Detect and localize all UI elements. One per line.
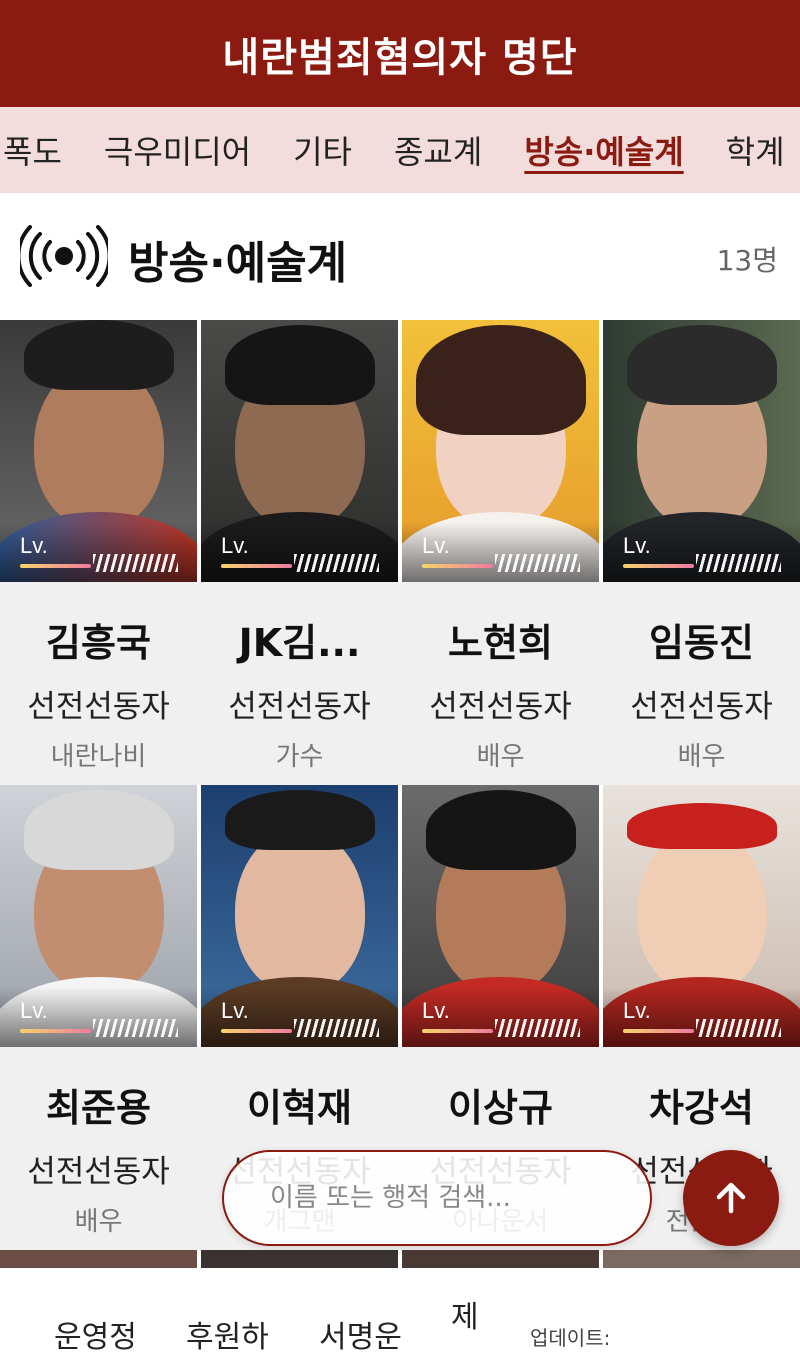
person-name: 이혁재 — [247, 1086, 352, 1130]
person-photo — [603, 1250, 800, 1270]
person-role: 배우 — [476, 742, 525, 772]
bottom-strip: 운영정 후원하 서명운 제 업데이트: — [0, 1268, 800, 1353]
level-bar — [221, 554, 379, 572]
tab-academia[interactable]: 학계 — [705, 127, 800, 173]
arrow-up-icon — [716, 1182, 746, 1214]
search-bar[interactable] — [222, 1150, 652, 1246]
person-role: 배우 — [74, 1207, 123, 1237]
level-bar — [221, 1019, 379, 1037]
level-bar — [20, 1019, 178, 1037]
app-header: 내란범죄혐의자 명단 — [0, 0, 800, 107]
level-label: Lv. — [623, 533, 651, 558]
level-bar — [623, 554, 781, 572]
person-card-photo[interactable]: Lv. — [201, 785, 398, 1047]
person-type: 선전선동자 — [630, 689, 773, 725]
person-card-photo[interactable]: Lv. — [402, 785, 599, 1047]
person-name: 노현희 — [448, 621, 553, 665]
person-info[interactable]: 김흥국 선전선동자 내란나비 — [0, 582, 197, 785]
person-info[interactable]: JK김... 선전선동자 가수 — [201, 582, 398, 785]
person-card-photo[interactable]: Lv. — [402, 320, 599, 582]
photo-row-1: Lv. Lv. Lv. Lv. — [0, 320, 800, 582]
person-info[interactable]: 임동진 선전선동자 배우 — [603, 582, 800, 785]
person-type: 선전선동자 — [228, 689, 371, 725]
level-label: Lv. — [20, 998, 48, 1023]
person-card-photo[interactable]: Lv. — [603, 785, 800, 1047]
level-bar — [422, 554, 580, 572]
person-info[interactable]: 노현희 선전선동자 배우 — [402, 582, 599, 785]
person-card-photo[interactable]: Lv. — [603, 320, 800, 582]
bottom-name[interactable]: 제 — [451, 1292, 479, 1336]
tab-other[interactable]: 기타 — [272, 127, 373, 173]
level-label: Lv. — [221, 998, 249, 1023]
person-card-photo[interactable]: Lv. — [201, 320, 398, 582]
person-type: 선전선동자 — [429, 689, 572, 725]
scroll-top-button[interactable] — [683, 1150, 779, 1246]
person-role: 가수 — [275, 742, 324, 772]
section-title: 방송·예술계 — [128, 238, 348, 289]
tab-religion[interactable]: 종교계 — [373, 127, 503, 173]
person-type: 선전선동자 — [27, 1154, 170, 1190]
bottom-name[interactable]: 운영정 — [54, 1312, 137, 1353]
level-label: Lv. — [422, 998, 450, 1023]
person-card-photo[interactable]: Lv. — [0, 320, 197, 582]
page-title: 내란범죄혐의자 명단 — [222, 34, 578, 81]
update-label: 업데이트: — [530, 1326, 611, 1350]
member-count: 13명 — [716, 244, 778, 277]
person-name: 최준용 — [46, 1086, 151, 1130]
person-photo — [201, 1250, 398, 1270]
person-card-photo[interactable]: Lv. — [0, 785, 197, 1047]
search-input[interactable] — [270, 1183, 610, 1213]
level-bar — [422, 1019, 580, 1037]
person-name: 차강석 — [649, 1086, 754, 1130]
person-role: 내란나비 — [50, 742, 147, 772]
info-row-1: 김흥국 선전선동자 내란나비 JK김... 선전선동자 가수 노현희 선전선동자… — [0, 582, 800, 785]
level-label: Lv. — [221, 533, 249, 558]
person-name: 이상규 — [448, 1086, 553, 1130]
level-label: Lv. — [623, 998, 651, 1023]
bottom-name[interactable]: 서명운 — [319, 1312, 402, 1353]
category-tabs[interactable]: 폭도 극우미디어 기타 종교계 방송·예술계 학계 — [0, 107, 800, 193]
person-info[interactable]: 최준용 선전선동자 배우 — [0, 1047, 197, 1250]
person-photo — [0, 1250, 197, 1270]
level-bar — [20, 554, 178, 572]
person-photo — [402, 1250, 599, 1270]
person-name: 임동진 — [649, 621, 754, 665]
level-label: Lv. — [422, 533, 450, 558]
person-type: 선전선동자 — [27, 689, 170, 725]
photo-row-3-peek — [0, 1250, 800, 1270]
photo-row-2: Lv. Lv. Lv. Lv. — [0, 785, 800, 1047]
person-name: 김흥국 — [46, 621, 151, 665]
tab-broadcast-arts[interactable]: 방송·예술계 — [503, 127, 704, 173]
tab-rioters[interactable]: 폭도 — [0, 127, 83, 173]
page: 내란범죄혐의자 명단 폭도 극우미디어 기타 종교계 방송·예술계 학계 방송·… — [0, 0, 800, 1353]
broadcast-icon — [20, 225, 108, 287]
person-name: JK김... — [238, 621, 361, 665]
bottom-name[interactable]: 후원하 — [186, 1312, 269, 1353]
tab-far-right-media[interactable]: 극우미디어 — [83, 127, 272, 173]
person-role: 배우 — [677, 742, 726, 772]
level-bar — [623, 1019, 781, 1037]
section-header: 방송·예술계 13명 — [0, 193, 800, 320]
level-label: Lv. — [20, 533, 48, 558]
